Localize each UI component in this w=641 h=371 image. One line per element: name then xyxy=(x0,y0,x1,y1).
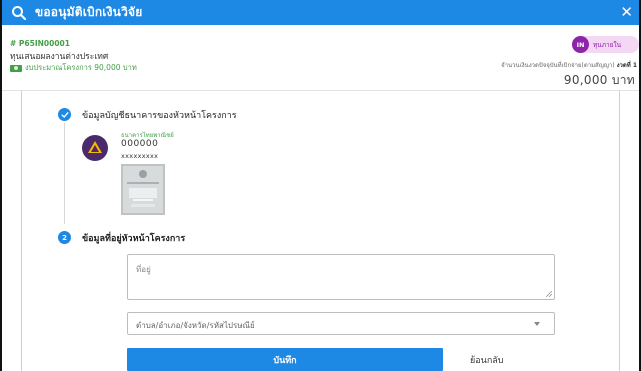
fund-type-label: ทุนภายใน xyxy=(593,40,622,49)
dialog-title: ขออนุมัติเบิกเงินวิจัย xyxy=(35,5,143,19)
project-name: ทุนเสนอผลงานต่างประเทศ xyxy=(10,52,109,62)
bank-book-image[interactable] xyxy=(121,164,165,215)
fund-type-avatar: IN xyxy=(572,36,589,53)
bank-logo xyxy=(82,135,108,161)
fund-type-badge: IN ทุนภายใน xyxy=(572,36,639,53)
chevron-down-icon xyxy=(534,322,540,326)
installment-label-text: จำนวนเงินงวดปัจจุบันที่เบิกจ่าย(ตามสัญญา… xyxy=(501,62,615,69)
step-1-title: ข้อมูลบัญชีธนาคารของหัวหน้าโครงการ xyxy=(82,111,237,121)
close-icon[interactable]: ✕ xyxy=(620,3,633,21)
installment-label: จำนวนเงินงวดปัจจุบันที่เบิกจ่าย(ตามสัญญา… xyxy=(501,60,637,70)
back-button[interactable]: ย้อนกลับ xyxy=(470,353,504,367)
save-button[interactable]: บันทึก xyxy=(127,348,443,371)
bank-account-number: 000000 xyxy=(121,139,159,149)
installment-amount: 90,000 บาท xyxy=(563,73,635,87)
bank-book-thumbnail xyxy=(121,164,165,215)
check-icon xyxy=(61,111,69,118)
content-divider-right xyxy=(619,91,620,371)
step-2-title: ข้อมูลที่อยู่หัวหน้าโครงการ xyxy=(82,234,186,244)
search-icon xyxy=(12,5,27,20)
stepper-connector xyxy=(64,123,65,224)
bank-account-owner: xxxxxxxxx xyxy=(121,152,159,160)
resize-handle-icon[interactable] xyxy=(546,291,552,297)
project-budget: งบประมาณโครงการ 90,000 บาท xyxy=(10,62,137,74)
installment-number: งวดที่ 1 xyxy=(616,62,637,69)
region-select[interactable]: ตำบล/อำเภอ/จังหวัด/รหัสไปรษณีย์ xyxy=(127,312,555,335)
content-divider-left xyxy=(21,91,22,371)
money-icon xyxy=(10,64,22,72)
step-1-indicator xyxy=(58,108,71,121)
address-textarea[interactable]: ที่อยู่ xyxy=(127,254,555,300)
project-code: # P65IN00001 xyxy=(10,39,70,48)
region-select-placeholder: ตำบล/อำเภอ/จังหวัด/รหัสไปรษณีย์ xyxy=(136,321,255,330)
project-budget-label: งบประมาณโครงการ 90,000 บาท xyxy=(25,63,137,72)
project-header: # P65IN00001 ทุนเสนอผลงานต่างประเทศ งบปร… xyxy=(2,25,639,91)
address-placeholder: ที่อยู่ xyxy=(136,265,151,274)
dialog-title-bar: ขออนุมัติเบิกเงินวิจัย ✕ xyxy=(2,0,639,25)
bank-logo-icon xyxy=(88,141,102,153)
step-2-indicator: 2 xyxy=(58,231,71,244)
